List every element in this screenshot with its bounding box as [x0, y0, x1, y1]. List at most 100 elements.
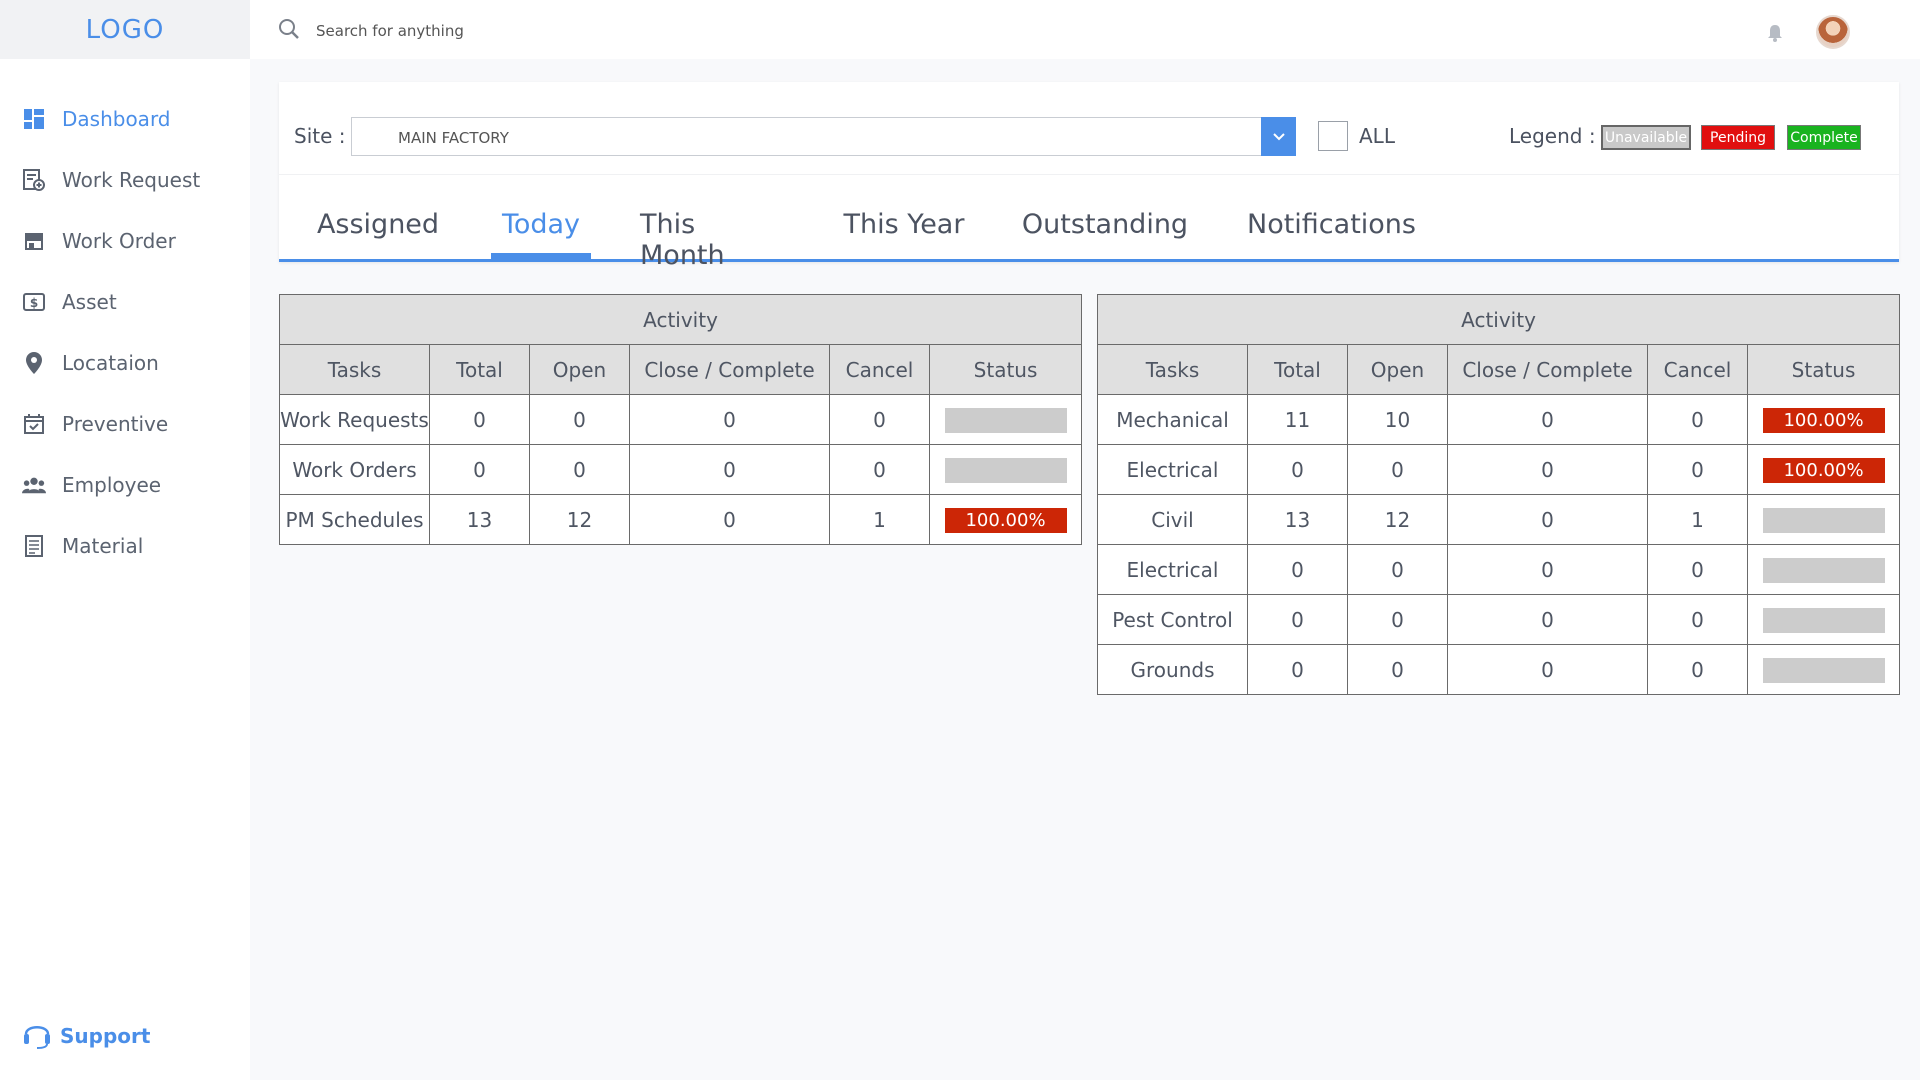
- open-cell: 12: [1347, 494, 1448, 545]
- cancel-cell: 1: [1647, 494, 1748, 545]
- site-label: Site :: [294, 124, 346, 148]
- total-cell: 0: [1247, 644, 1348, 695]
- tab-assigned[interactable]: Assigned: [317, 202, 439, 259]
- document-icon: [22, 534, 46, 558]
- close-cell: 0: [629, 394, 830, 445]
- cancel-cell: 1: [829, 494, 930, 545]
- open-cell: 0: [1347, 644, 1448, 695]
- cancel-cell: 0: [1647, 444, 1748, 495]
- sidebar-item-label: Locataion: [62, 350, 159, 375]
- cancel-cell: 0: [829, 444, 930, 495]
- all-checkbox[interactable]: [1318, 121, 1348, 151]
- svg-text:$: $: [30, 296, 38, 310]
- chevron-down-icon[interactable]: [1261, 117, 1296, 156]
- divider: [279, 174, 1899, 175]
- bell-icon[interactable]: [1766, 24, 1784, 46]
- search-icon[interactable]: [278, 18, 300, 44]
- column-header: Close / Complete: [629, 344, 830, 395]
- total-cell: 11: [1247, 394, 1348, 445]
- status-cell: [928, 444, 1083, 495]
- status-cell: 100.00%: [928, 494, 1083, 545]
- sidebar-item-label: Material: [62, 533, 144, 558]
- sidebar-item-location[interactable]: Locataion: [0, 332, 250, 393]
- cancel-cell: 0: [1647, 394, 1748, 445]
- close-cell: 0: [1447, 544, 1648, 595]
- task-cell: Electrical: [1097, 444, 1248, 495]
- topbar: [250, 0, 1920, 59]
- task-cell: Grounds: [1097, 644, 1248, 695]
- work-request-icon: [22, 168, 46, 192]
- tab-this-year[interactable]: This Year: [839, 202, 969, 259]
- sidebar-item-asset[interactable]: $ Asset: [0, 271, 250, 332]
- open-cell: 10: [1347, 394, 1448, 445]
- close-cell: 0: [1447, 394, 1648, 445]
- close-cell: 0: [1447, 444, 1648, 495]
- column-header: Tasks: [1097, 344, 1248, 395]
- activity-table-1: Activity Tasks Total Open Close / Comple…: [278, 294, 1083, 545]
- table-row: Work Requests 0 0 0 0: [279, 394, 1083, 445]
- site-select[interactable]: MAIN FACTORY: [351, 117, 1296, 156]
- column-header: Open: [529, 344, 630, 395]
- task-cell: Pest Control: [1097, 594, 1248, 645]
- status-cell: [928, 394, 1083, 445]
- sidebar-item-preventive[interactable]: Preventive: [0, 393, 250, 454]
- table-row: Civil 13 12 0 1: [1097, 494, 1901, 545]
- status-bar: [944, 407, 1067, 433]
- tab-outstanding[interactable]: Outstanding: [1022, 202, 1188, 259]
- sidebar-item-label: Work Order: [62, 228, 176, 253]
- work-order-icon: [22, 229, 46, 253]
- task-cell: Work Orders: [279, 444, 430, 495]
- open-cell: 0: [1347, 444, 1448, 495]
- sidebar-item-material[interactable]: Material: [0, 515, 250, 576]
- sidebar-nav: Dashboard Work Request Work Order $ Asse…: [0, 88, 250, 576]
- cancel-cell: 0: [1647, 594, 1748, 645]
- table-row: Work Orders 0 0 0 0: [279, 444, 1083, 495]
- sidebar-item-label: Asset: [62, 289, 117, 314]
- sidebar-item-employee[interactable]: Employee: [0, 454, 250, 515]
- sidebar-item-work-order[interactable]: Work Order: [0, 210, 250, 271]
- task-cell: Work Requests: [279, 394, 430, 445]
- status-bar: 100.00%: [1762, 457, 1885, 483]
- sidebar-item-label: Employee: [62, 472, 162, 497]
- column-header: Status: [928, 344, 1083, 395]
- search-input[interactable]: [316, 22, 716, 40]
- task-cell: Mechanical: [1097, 394, 1248, 445]
- task-cell: PM Schedules: [279, 494, 430, 545]
- column-header: Total: [1247, 344, 1348, 395]
- column-header: Tasks: [279, 344, 430, 395]
- legend-label: Legend :: [1509, 124, 1596, 148]
- all-label: ALL: [1359, 124, 1395, 148]
- sidebar-item-work-request[interactable]: Work Request: [0, 149, 250, 210]
- column-header: Close / Complete: [1447, 344, 1648, 395]
- table-title: Activity: [1096, 294, 1901, 345]
- column-header: Cancel: [1647, 344, 1748, 395]
- open-cell: 0: [1347, 594, 1448, 645]
- sidebar-item-label: Work Request: [62, 167, 201, 192]
- status-bar: [1762, 657, 1885, 683]
- table-title: Activity: [278, 294, 1083, 345]
- legend-complete: Complete: [1787, 125, 1861, 150]
- table-row: Electrical 0 0 0 0: [1097, 544, 1901, 595]
- support-link[interactable]: Support: [22, 1022, 150, 1050]
- avatar[interactable]: [1816, 15, 1850, 49]
- table-row: Grounds 0 0 0 0: [1097, 644, 1901, 695]
- status-bar: [1762, 507, 1885, 533]
- total-cell: 13: [1247, 494, 1348, 545]
- status-bar: 100.00%: [1762, 407, 1885, 433]
- tab-notifications[interactable]: Notifications: [1244, 202, 1419, 259]
- total-cell: 0: [1247, 594, 1348, 645]
- support-label: Support: [60, 1024, 151, 1048]
- table-row: Electrical 0 0 0 0 100.00%: [1097, 444, 1901, 495]
- dashboard-icon: [22, 107, 46, 131]
- search-bar: [278, 18, 716, 44]
- status-bar: [1762, 607, 1885, 633]
- tab-today[interactable]: Today: [491, 202, 591, 259]
- legend-unavailable: Unavailable: [1601, 125, 1691, 150]
- tab-this-month[interactable]: This Month: [640, 202, 785, 271]
- status-bar: [1762, 557, 1885, 583]
- logo[interactable]: LOGO: [0, 0, 250, 59]
- close-cell: 0: [629, 494, 830, 545]
- cancel-cell: 0: [1647, 644, 1748, 695]
- sidebar-item-dashboard[interactable]: Dashboard: [0, 88, 250, 149]
- location-pin-icon: [22, 351, 46, 375]
